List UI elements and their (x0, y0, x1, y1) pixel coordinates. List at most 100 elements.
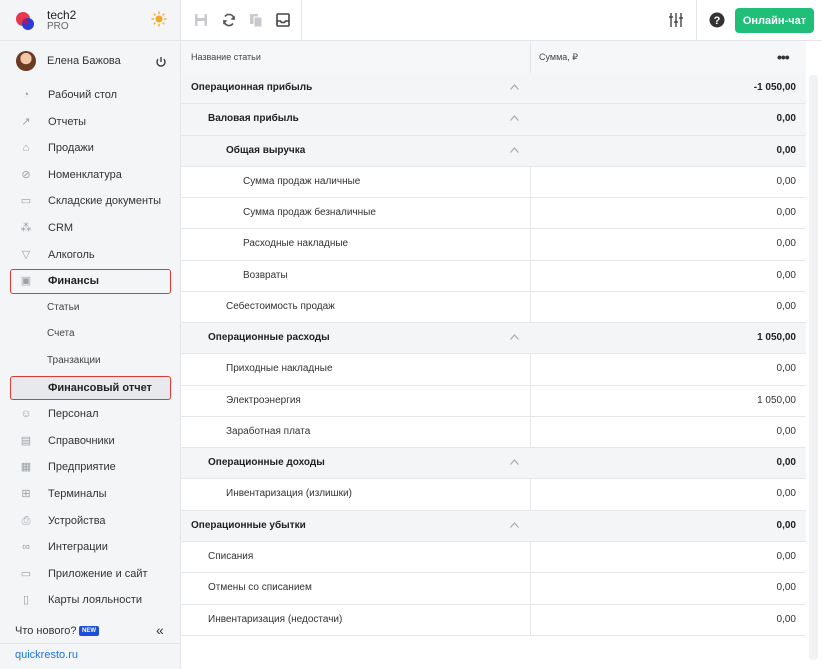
card-icon: ▯ (22, 594, 30, 607)
table-row[interactable]: Себестоимость продаж 0,00 (181, 291, 806, 324)
sidebar-item-finance[interactable]: ▣ Финансы (0, 268, 181, 295)
row-name: Возвраты (243, 269, 288, 281)
table-row[interactable]: Валовая прибыль 0,00 (181, 104, 806, 136)
sidebar-item-label: Финансовый отчет (48, 381, 152, 394)
sidebar-item-app-site[interactable]: ▭ Приложение и сайт (0, 561, 181, 588)
row-name: Операционные расходы (208, 332, 330, 344)
new-badge: NEW (79, 626, 99, 636)
row-value: 0,00 (776, 488, 796, 500)
sidebar-nav: ◔ Рабочий стол ↗ Отчеты ⌂ Продажи ⊘ Номе… (0, 82, 181, 614)
table-row[interactable]: Отмены со списанием 0,00 (181, 573, 806, 605)
column-header-name[interactable]: Название статьи (191, 52, 261, 62)
divider (530, 229, 531, 260)
sidebar-item-crm[interactable]: ⁂ CRM (0, 215, 181, 242)
table-row[interactable]: Операционные доходы 0,00 (181, 448, 806, 480)
divider (530, 573, 531, 604)
sidebar-subitem-accounts[interactable]: Счета (0, 321, 181, 348)
chevron-up-icon[interactable] (510, 115, 519, 122)
basket-icon: ⌂ (22, 142, 30, 155)
sidebar-item-label: Предприятие (48, 461, 116, 474)
divider (530, 198, 531, 229)
table-row[interactable]: Операционные убытки 0,00 (181, 510, 806, 542)
tag-icon: ⊘ (21, 168, 31, 181)
user-profile[interactable]: Елена Бажова (0, 48, 181, 76)
chevron-up-icon[interactable] (510, 459, 519, 466)
chevron-up-icon[interactable] (510, 84, 519, 90)
sidebar-item-label: Карты лояльности (48, 594, 143, 607)
sidebar-item-enterprise[interactable]: ▦ Предприятие (0, 454, 181, 481)
chevron-up-icon[interactable] (510, 146, 519, 153)
people-icon: ⁂ (20, 221, 32, 234)
table-row[interactable]: Заработная плата 0,00 (181, 416, 806, 449)
table-row[interactable]: Возвраты 0,00 (181, 260, 806, 292)
brand-name: tech2 (47, 8, 77, 22)
online-chat-button[interactable]: Онлайн-чат (735, 8, 814, 33)
collapse-sidebar-icon[interactable]: « (156, 622, 164, 638)
sidebar-item-label: Справочники (48, 434, 115, 447)
sidebar-item-dashboard[interactable]: ◔ Рабочий стол (0, 82, 181, 109)
sidebar-item-warehouse-docs[interactable]: ▭ Складские документы (0, 188, 181, 215)
row-name: Операционная прибыль (191, 82, 313, 93)
table-row[interactable]: Общая выручка 0,00 (181, 135, 806, 167)
table-row[interactable]: Операционная прибыль -1 050,00 (181, 73, 806, 105)
sidebar-item-staff[interactable]: ☺ Персонал (0, 401, 181, 428)
sidebar-item-label: CRM (48, 221, 74, 234)
row-value: 0,00 (776, 550, 796, 562)
table-row[interactable]: Электроэнергия 1 050,00 (181, 385, 806, 417)
row-name: Сумма продаж наличные (243, 175, 361, 187)
row-value: 0,00 (776, 238, 796, 250)
more-options-icon[interactable]: ••• (777, 49, 790, 65)
table-row[interactable]: Инвентаризация (недостачи) 0,00 (181, 604, 806, 636)
refresh-icon[interactable] (221, 12, 237, 28)
sidebar-item-devices[interactable]: ⎙ Устройства (0, 508, 181, 535)
row-value: 0,00 (776, 582, 796, 594)
settings-sliders-icon[interactable] (668, 12, 684, 28)
sidebar-subitem-financial-report[interactable]: Финансовый отчет (0, 375, 181, 402)
sidebar-item-nomenclature[interactable]: ⊘ Номенклатура (0, 162, 181, 189)
row-value: 0,00 (776, 613, 796, 625)
scrollbar[interactable] (809, 75, 818, 660)
table-row[interactable]: Приходные накладные 0,00 (181, 354, 806, 386)
sidebar-item-label: Рабочий стол (48, 89, 118, 101)
sidebar-item-loyalty-cards[interactable]: ▯ Карты лояльности (0, 587, 181, 614)
help-icon[interactable]: ? (709, 12, 725, 28)
chevron-up-icon[interactable] (510, 334, 519, 341)
theme-toggle-icon[interactable] (151, 11, 167, 27)
table-row[interactable]: Операционные расходы 1 050,00 (181, 323, 806, 355)
sidebar-item-label: Устройства (48, 514, 106, 527)
chevron-up-icon[interactable] (510, 521, 519, 528)
table-row[interactable]: Сумма продаж безналичные 0,00 (181, 198, 806, 230)
sidebar-item-references[interactable]: ▤ Справочники (0, 428, 181, 455)
copy-icon[interactable] (248, 12, 264, 28)
column-header-sum[interactable]: Сумма, ₽ (539, 52, 578, 63)
sidebar-subitem-transactions[interactable]: Транзакции (0, 348, 181, 375)
logo-icon (16, 12, 34, 30)
save-icon[interactable] (193, 12, 209, 28)
table-row[interactable]: Сумма продаж наличные 0,00 (181, 166, 806, 199)
table-row[interactable]: Расходные накладные 0,00 (181, 229, 806, 261)
divider (696, 0, 697, 40)
glass-icon: ▽ (21, 248, 31, 261)
staff-icon: ☺ (20, 408, 32, 421)
divider (530, 385, 531, 416)
avatar (16, 51, 36, 71)
brand-header: tech2 PRO (0, 0, 181, 41)
divider (530, 260, 531, 291)
footer-link[interactable]: quickresto.ru (15, 649, 78, 661)
terminal-icon: ⊞ (21, 487, 31, 500)
sidebar-item-alcohol[interactable]: ▽ Алкоголь (0, 242, 181, 269)
sidebar-subitem-articles[interactable]: Статьи (0, 295, 181, 322)
sidebar-item-label: Интеграции (48, 541, 108, 554)
inbox-icon[interactable] (275, 12, 291, 28)
sidebar-item-sales[interactable]: ⌂ Продажи (0, 135, 181, 162)
power-icon[interactable] (155, 56, 167, 68)
table-row[interactable]: Инвентаризация (излишки) 0,00 (181, 479, 806, 511)
sidebar-item-terminals[interactable]: ⊞ Терминалы (0, 481, 181, 508)
row-name: Приходные накладные (226, 363, 333, 375)
sidebar-item-label: Счета (47, 328, 75, 340)
row-value: 0,00 (776, 207, 796, 219)
sidebar-item-integrations[interactable]: ∞ Интеграции (0, 534, 181, 561)
whats-new-link[interactable]: Что нового? (15, 625, 76, 637)
sidebar-item-reports[interactable]: ↗ Отчеты (0, 109, 181, 136)
table-row[interactable]: Списания 0,00 (181, 541, 806, 574)
